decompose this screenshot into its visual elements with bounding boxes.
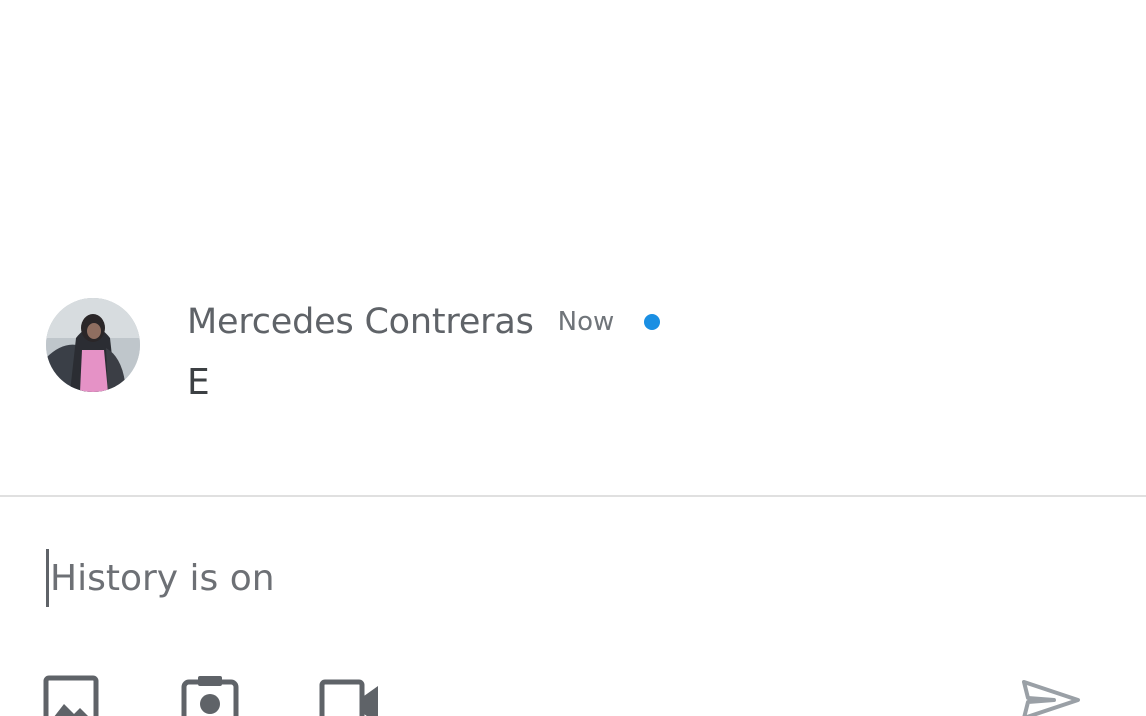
compose-bar bbox=[46, 546, 1096, 610]
add-camera-button[interactable] bbox=[178, 672, 242, 716]
sender-name: Mercedes Contreras bbox=[187, 302, 534, 342]
message-input[interactable] bbox=[49, 548, 1096, 608]
avatar[interactable] bbox=[46, 298, 140, 392]
send-button[interactable] bbox=[1018, 672, 1082, 716]
avatar-photo bbox=[46, 298, 140, 392]
unread-indicator bbox=[644, 314, 661, 330]
attachment-toolbar bbox=[0, 672, 1146, 716]
add-video-button[interactable] bbox=[318, 672, 382, 716]
chat-screen: Mercedes Contreras Now E bbox=[0, 0, 1146, 716]
camera-icon bbox=[181, 676, 239, 716]
send-icon bbox=[1022, 680, 1080, 716]
message-item[interactable]: Mercedes Contreras Now E bbox=[46, 298, 1146, 408]
image-icon bbox=[43, 675, 99, 716]
video-icon bbox=[319, 679, 378, 716]
message-header: Mercedes Contreras Now bbox=[187, 302, 661, 342]
add-image-button[interactable] bbox=[40, 672, 104, 716]
divider bbox=[0, 495, 1146, 497]
message-text: E bbox=[187, 362, 210, 403]
message-time: Now bbox=[557, 307, 615, 337]
